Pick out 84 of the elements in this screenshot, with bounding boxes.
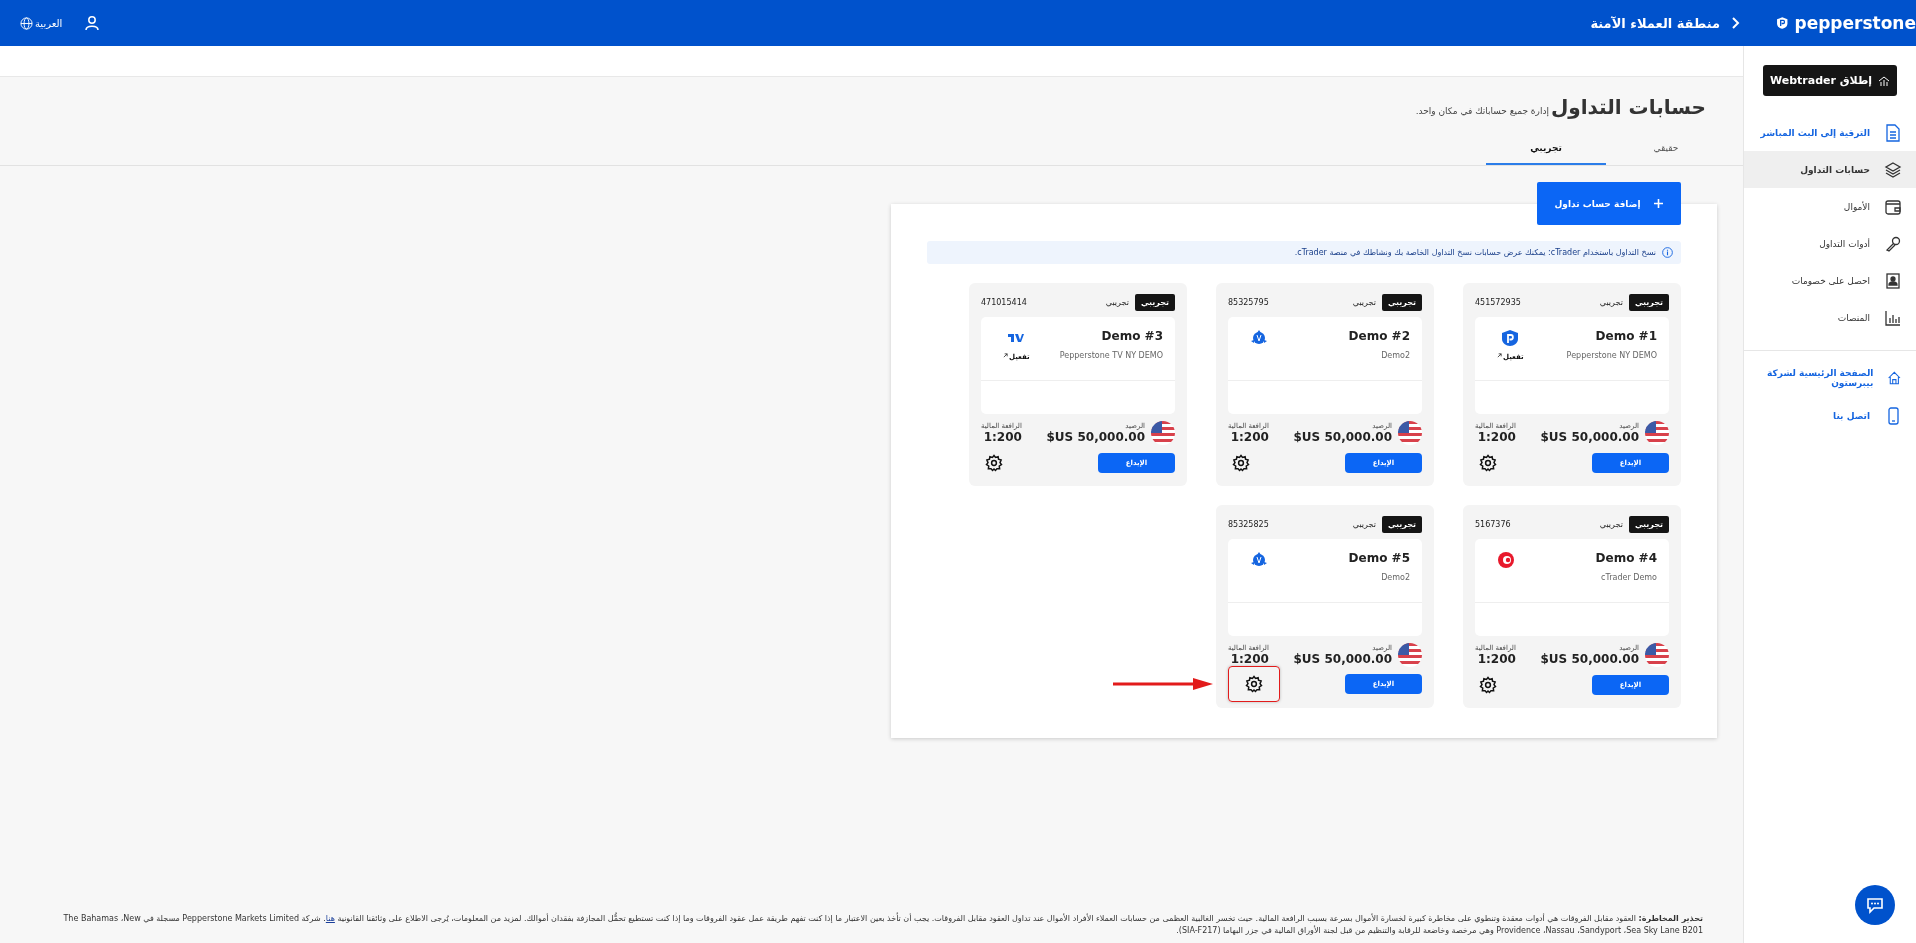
account-badge: تجريبي bbox=[1381, 294, 1422, 311]
chevron-icon[interactable] bbox=[1730, 16, 1740, 30]
home-icon bbox=[1887, 369, 1902, 387]
account-name: Demo #5 bbox=[1348, 551, 1410, 565]
info-icon bbox=[1662, 247, 1673, 258]
balance-amount: $US 50,000.00 bbox=[1046, 430, 1145, 444]
us-flag-icon bbox=[1398, 421, 1422, 445]
plus-icon bbox=[1654, 199, 1664, 208]
user-icon[interactable] bbox=[84, 15, 101, 31]
page-subtitle: إدارة جميع حساباتك في مكان واحد. bbox=[1415, 106, 1549, 116]
globe-logo-icon bbox=[1250, 329, 1268, 347]
bar-chart-icon bbox=[1884, 308, 1902, 327]
p-logo-icon bbox=[1501, 329, 1520, 347]
account-type: تجريبي bbox=[1599, 520, 1623, 529]
account-badge: تجريبي bbox=[1381, 516, 1422, 533]
wallet-icon bbox=[1884, 197, 1902, 216]
balance-amount: $US 50,000.00 bbox=[1293, 652, 1392, 666]
account-badge: تجريبي bbox=[1134, 294, 1175, 311]
sidebar-item[interactable]: حسابات التداول bbox=[1744, 151, 1916, 188]
settings-icon[interactable] bbox=[1479, 676, 1497, 694]
account-name: Demo #2 bbox=[1348, 329, 1410, 343]
add-account-button[interactable]: إضافة حساب تداول bbox=[1537, 182, 1681, 225]
account-badge: تجريبي bbox=[1628, 516, 1669, 533]
account-name: Demo #4 bbox=[1595, 551, 1657, 565]
risk-warning: تحذير المخاطرة: العقود مقابل الفروقات هي أدوات معقدة وتنطوي على مخاطرة كبيرة لخسارة الأموال بسرعة بسبب الرافعة المالية. حيث تخسر الغالبية العظمى من حسابات العملاء الأفراد الأموال عند تداول العقود مقابل الفروقات. يجب أن تأخذ بعين الاعتبار ما إذا كنت تفهم طريقة عمل عقود الفروقات وما إذا كنت تستطيع تحمُّل المجازفة بفقدان أموالك. لمزيد من المعلومات، يُرجى الاطلاع على وثائقنا القانونية هنا. شركة Pepperstone Markets Limited مسجلة في The Bahamas ،New Providence ،Nassau ،Sandyport ،Sea Sky Lane B201 وهي مرخصة وخاضعة للرقابة والتنظيم من قبل لجنة الأوراق المالية في جزر البهاما (SIA-F217). bbox=[62, 913, 1703, 937]
contact-card-icon bbox=[1884, 271, 1902, 290]
us-flag-icon bbox=[1645, 643, 1669, 667]
chart-icon bbox=[1878, 74, 1891, 87]
language-button[interactable]: العربية bbox=[20, 16, 63, 30]
account-number: 5167376 bbox=[1475, 520, 1511, 529]
server-name: Demo2 bbox=[1380, 573, 1410, 582]
account-number: 471015414 bbox=[981, 298, 1027, 307]
account-tab[interactable]: حقيقي bbox=[1606, 133, 1726, 165]
layers-icon bbox=[1884, 160, 1902, 179]
sidebar-link[interactable]: الصفحة الرئيسية لشركة بيبرستون bbox=[1744, 359, 1916, 397]
external-link-icon bbox=[1497, 353, 1502, 358]
account-name: Demo #1 bbox=[1594, 329, 1657, 343]
server-name: cTrader Demo bbox=[1600, 573, 1657, 582]
account-number: 451572935 bbox=[1475, 298, 1521, 307]
server-name: Demo2 bbox=[1380, 351, 1410, 360]
settings-icon[interactable] bbox=[985, 454, 1003, 472]
external-link-icon bbox=[1003, 353, 1008, 358]
globe-logo-icon bbox=[1250, 551, 1268, 569]
settings-icon[interactable] bbox=[1479, 454, 1497, 472]
balance-amount: $US 50,000.00 bbox=[1293, 430, 1392, 444]
account-type: تجريبي bbox=[1352, 298, 1376, 307]
globe-icon bbox=[20, 16, 33, 30]
us-flag-icon bbox=[1151, 421, 1175, 445]
account-number: 85325795 bbox=[1228, 298, 1269, 307]
sidebar-item[interactable]: أدوات التداول bbox=[1744, 225, 1916, 262]
account-type: تجريبي bbox=[1352, 520, 1376, 529]
chat-icon bbox=[1865, 895, 1885, 915]
leverage-value: 1:200 bbox=[983, 430, 1022, 444]
portal-title: منطقة العملاء الآمنة bbox=[1590, 15, 1720, 31]
document-icon bbox=[1884, 123, 1902, 142]
sidebar-item[interactable]: الترقية إلى البث المباشر bbox=[1744, 114, 1916, 151]
info-text: نسخ التداول باستخدام cTrader: يمكنك عرض حسابات نسخ التداول الخاصة بك ونشاطك في منصة cTrader. bbox=[1294, 248, 1656, 257]
account-type: تجريبي bbox=[1105, 298, 1129, 307]
balance-amount: $US 50,000.00 bbox=[1540, 430, 1639, 444]
settings-icon[interactable] bbox=[1232, 454, 1250, 472]
leverage-value: 1:200 bbox=[1230, 430, 1269, 444]
page-title: حسابات التداول bbox=[1550, 95, 1706, 119]
sidebar-item[interactable]: احصل على خصومات bbox=[1744, 262, 1916, 299]
leverage-value: 1:200 bbox=[1477, 430, 1516, 444]
server-name: Pepperstone NY DEMO bbox=[1566, 351, 1657, 360]
account-badge: تجريبي bbox=[1628, 294, 1669, 311]
launch-webtrader-button[interactable]: إطلاق Webtrader bbox=[1763, 65, 1897, 96]
us-flag-icon bbox=[1645, 421, 1669, 445]
leverage-value: 1:200 bbox=[1477, 652, 1516, 666]
account-tab[interactable]: تجريبي bbox=[1486, 133, 1606, 165]
server-name: Pepperstone TV NY DEMO bbox=[1059, 351, 1163, 360]
sidebar-item[interactable]: المنصات bbox=[1744, 299, 1916, 336]
sidebar-item[interactable]: الأموال bbox=[1744, 188, 1916, 225]
wrench-icon bbox=[1884, 234, 1902, 253]
us-flag-icon bbox=[1398, 643, 1422, 667]
account-type: تجريبي bbox=[1599, 298, 1623, 307]
account-number: 85325825 bbox=[1228, 520, 1269, 529]
settings-icon[interactable] bbox=[1245, 675, 1263, 693]
brand-name: pepperstone bbox=[1794, 13, 1916, 33]
c-logo-icon bbox=[1497, 551, 1515, 569]
balance-amount: $US 50,000.00 bbox=[1540, 652, 1639, 666]
leverage-value: 1:200 bbox=[1230, 652, 1269, 666]
sidebar-link[interactable]: اتصل بنا bbox=[1744, 397, 1916, 434]
account-name: Demo #3 bbox=[1100, 329, 1163, 343]
